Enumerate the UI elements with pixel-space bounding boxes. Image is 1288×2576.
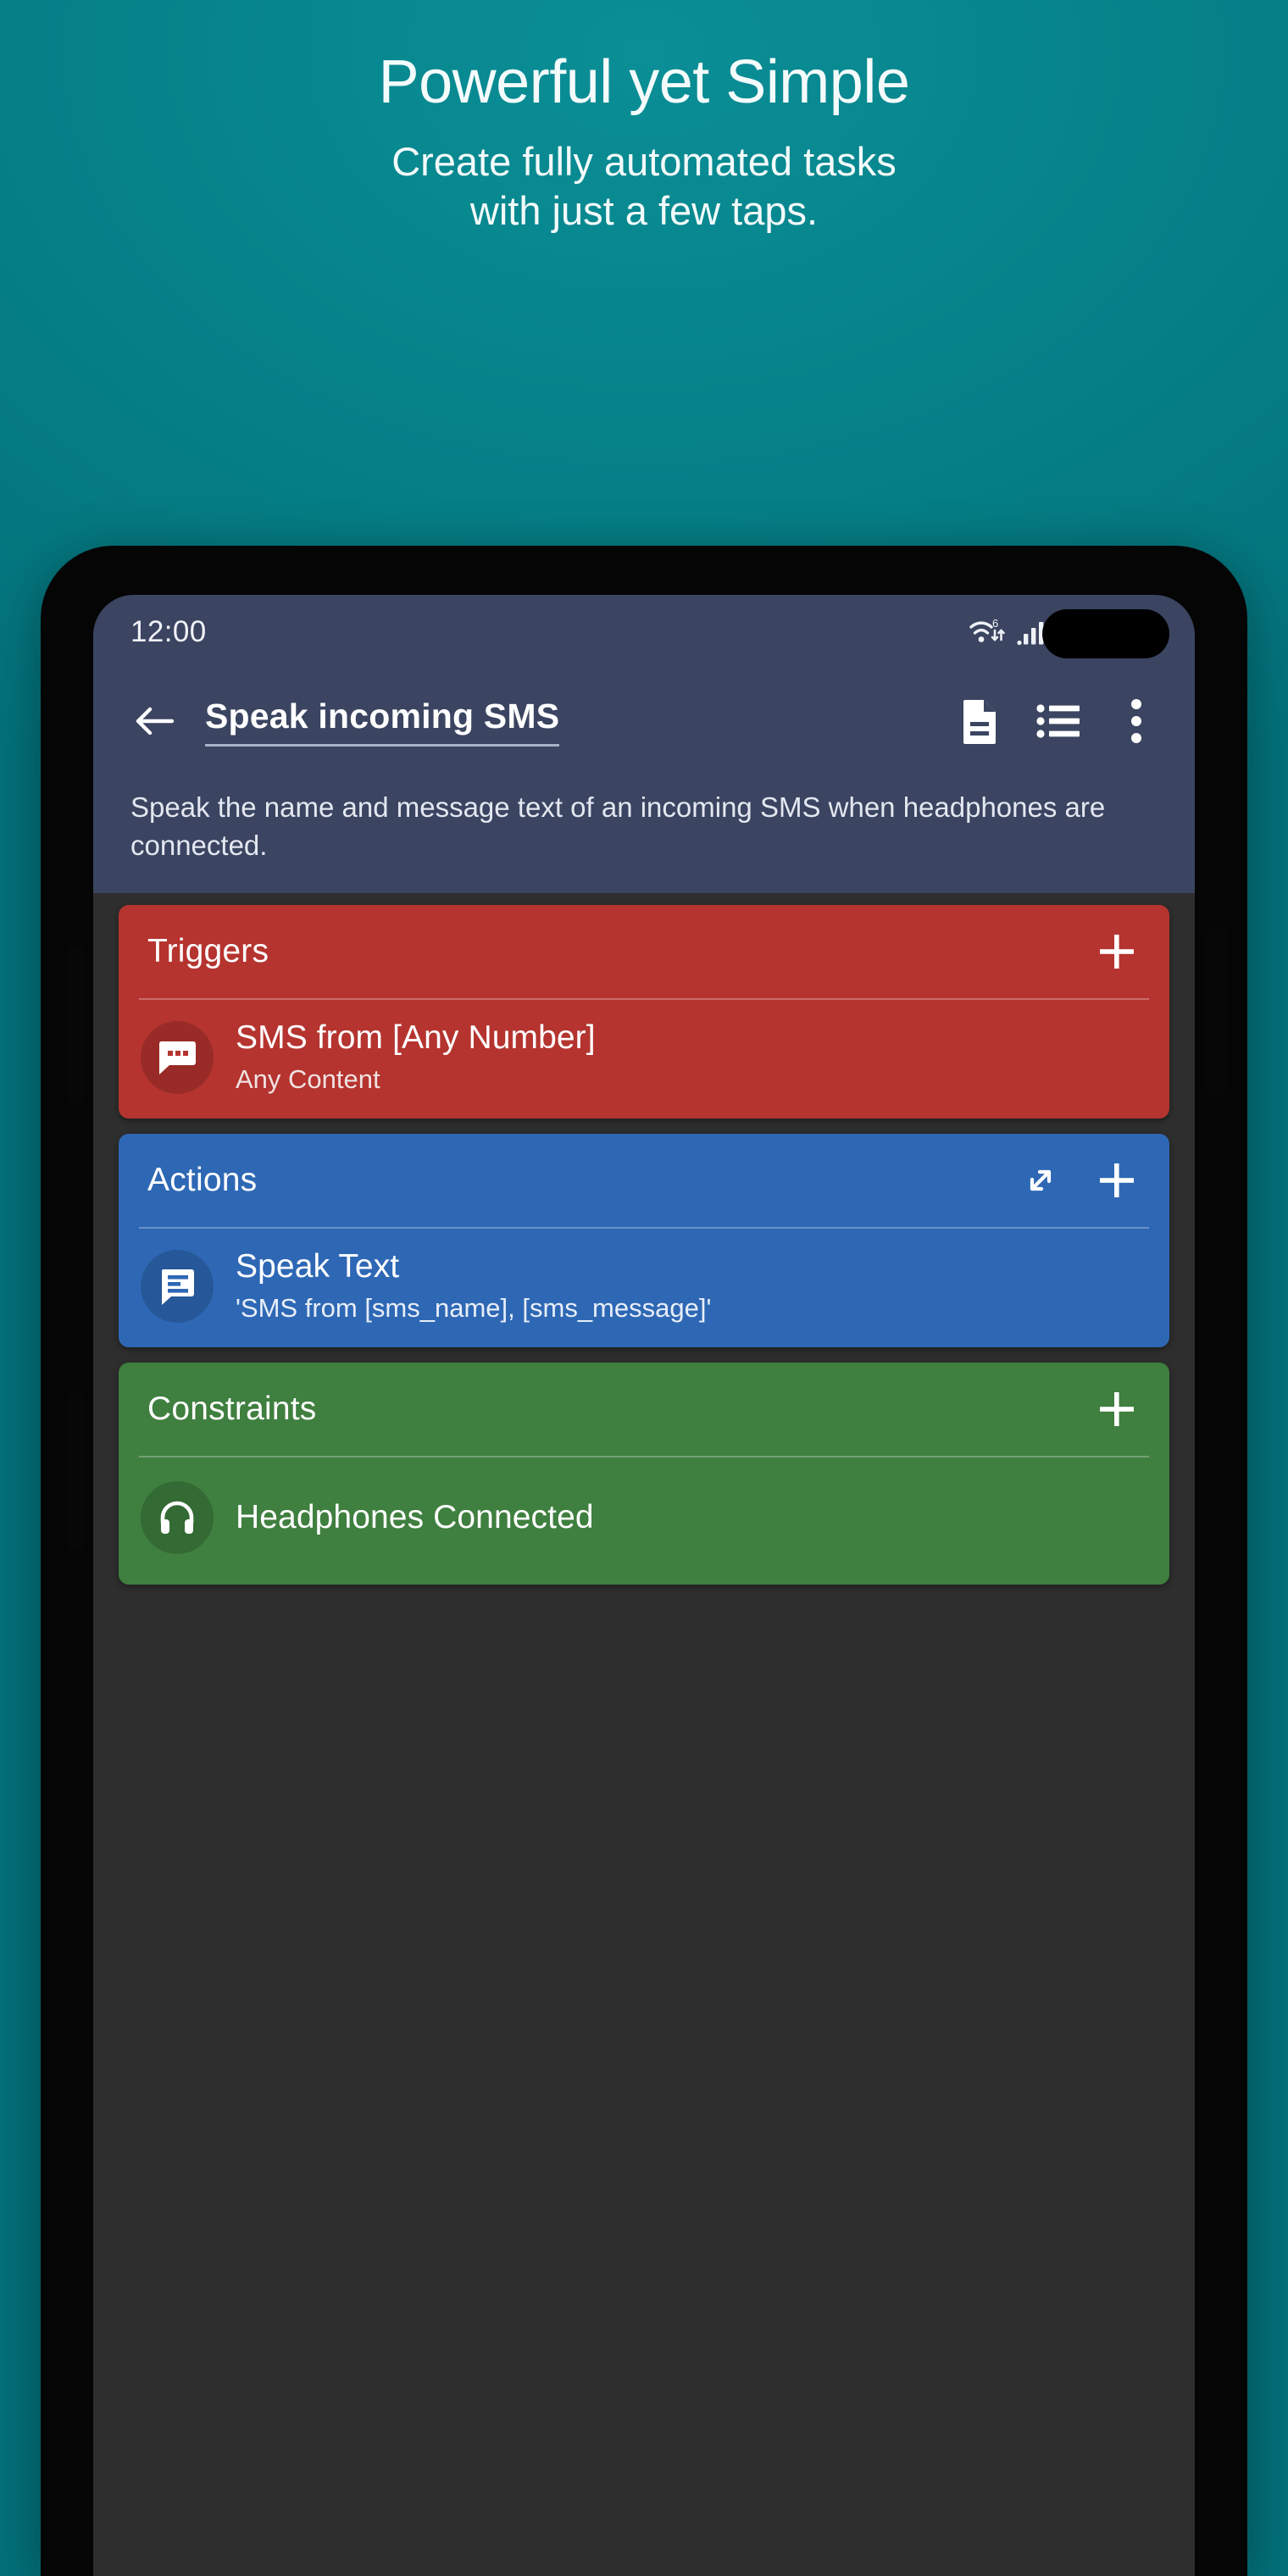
task-description: Speak the name and message text of an in… bbox=[93, 774, 1195, 893]
constraints-title: Constraints bbox=[147, 1391, 317, 1427]
triggers-header-actions bbox=[1093, 928, 1141, 975]
action-icon-circle bbox=[141, 1250, 214, 1323]
task-name-field[interactable]: Speak incoming SMS bbox=[205, 697, 949, 747]
arrow-left-icon bbox=[136, 707, 175, 736]
cellular-signal-icon bbox=[1017, 619, 1046, 646]
plus-icon bbox=[1100, 1163, 1134, 1197]
power-button[interactable] bbox=[1207, 929, 1227, 1095]
constraint-icon-circle bbox=[141, 1481, 214, 1554]
wifi-6-icon: 6 bbox=[969, 615, 1008, 649]
trigger-subtitle: Any Content bbox=[236, 1064, 380, 1094]
speak-text-icon bbox=[161, 1269, 194, 1305]
volume-up-button[interactable] bbox=[67, 946, 86, 1103]
trigger-icon-circle bbox=[141, 1021, 214, 1094]
add-constraint-button[interactable] bbox=[1093, 1385, 1141, 1433]
promo-header: Powerful yet Simple Create fully automat… bbox=[0, 46, 1288, 236]
action-row-texts: Speak Text 'SMS from [sms_name], [sms_me… bbox=[236, 1246, 711, 1327]
triggers-card: Triggers SMS from [Any Number] Any Conte… bbox=[119, 905, 1169, 1119]
triggers-card-header: Triggers bbox=[119, 905, 1169, 998]
triggers-title: Triggers bbox=[147, 933, 269, 969]
action-row[interactable]: Speak Text 'SMS from [sms_name], [sms_me… bbox=[119, 1229, 1169, 1347]
constraints-header-actions bbox=[1093, 1385, 1141, 1433]
promo-subtitle-line-2: with just a few taps. bbox=[469, 188, 819, 233]
phone-screen: 12:00 6 Speak incoming SMS Speak the nam… bbox=[93, 595, 1195, 2576]
constraint-title: Headphones Connected bbox=[236, 1499, 594, 1535]
status-clock: 12:00 bbox=[130, 615, 207, 648]
camera-punch-hole bbox=[1042, 609, 1169, 658]
promo-subtitle: Create fully automated tasks with just a… bbox=[51, 137, 1237, 236]
more-options-button[interactable] bbox=[1105, 690, 1168, 752]
description-icon bbox=[963, 700, 996, 744]
trigger-row[interactable]: SMS from [Any Number] Any Content bbox=[119, 1000, 1169, 1119]
plus-icon bbox=[1100, 1392, 1134, 1426]
list-icon bbox=[1036, 704, 1080, 738]
phone-mockup: 12:00 6 Speak incoming SMS Speak the nam… bbox=[41, 546, 1247, 2576]
headphones-icon bbox=[160, 1501, 194, 1534]
expand-actions-button[interactable] bbox=[1017, 1157, 1064, 1204]
task-name-value[interactable]: Speak incoming SMS bbox=[205, 697, 560, 747]
app-header-region: 12:00 6 Speak incoming SMS bbox=[93, 595, 1195, 774]
expand-arrows-icon bbox=[1030, 1169, 1052, 1191]
trigger-row-texts: SMS from [Any Number] Any Content bbox=[236, 1017, 596, 1098]
promo-subtitle-line-1: Create fully automated tasks bbox=[391, 139, 897, 184]
volume-down-button[interactable] bbox=[67, 1393, 86, 1551]
back-button[interactable] bbox=[124, 691, 185, 752]
status-bar: 12:00 6 bbox=[93, 595, 1195, 669]
description-button[interactable] bbox=[949, 690, 1012, 752]
action-title: Speak Text bbox=[236, 1248, 400, 1285]
constraint-row[interactable]: Headphones Connected bbox=[119, 1457, 1169, 1585]
app-bar-actions bbox=[949, 690, 1168, 752]
constraints-card-header: Constraints bbox=[119, 1363, 1169, 1456]
add-action-button[interactable] bbox=[1093, 1157, 1141, 1204]
app-bar: Speak incoming SMS bbox=[93, 669, 1195, 773]
action-subtitle: 'SMS from [sms_name], [sms_message]' bbox=[236, 1293, 712, 1323]
promo-title: Powerful yet Simple bbox=[378, 48, 910, 116]
task-sections: Triggers SMS from [Any Number] Any Conte… bbox=[93, 893, 1195, 1585]
constraints-card: Constraints Headphones Connected bbox=[119, 1363, 1169, 1585]
trigger-title: SMS from [Any Number] bbox=[236, 1019, 596, 1056]
plus-icon bbox=[1100, 935, 1134, 969]
more-vert-icon bbox=[1131, 699, 1141, 743]
constraint-row-texts: Headphones Connected bbox=[236, 1496, 594, 1539]
sms-message-icon bbox=[158, 1041, 196, 1074]
actions-card-header: Actions bbox=[119, 1134, 1169, 1227]
actions-title: Actions bbox=[147, 1162, 258, 1198]
actions-header-actions bbox=[1017, 1157, 1141, 1204]
svg-text:6: 6 bbox=[992, 617, 998, 630]
add-trigger-button[interactable] bbox=[1093, 928, 1141, 975]
actions-card: Actions Speak Text 'SMS from [sms_name],… bbox=[119, 1134, 1169, 1347]
list-button[interactable] bbox=[1027, 690, 1090, 752]
